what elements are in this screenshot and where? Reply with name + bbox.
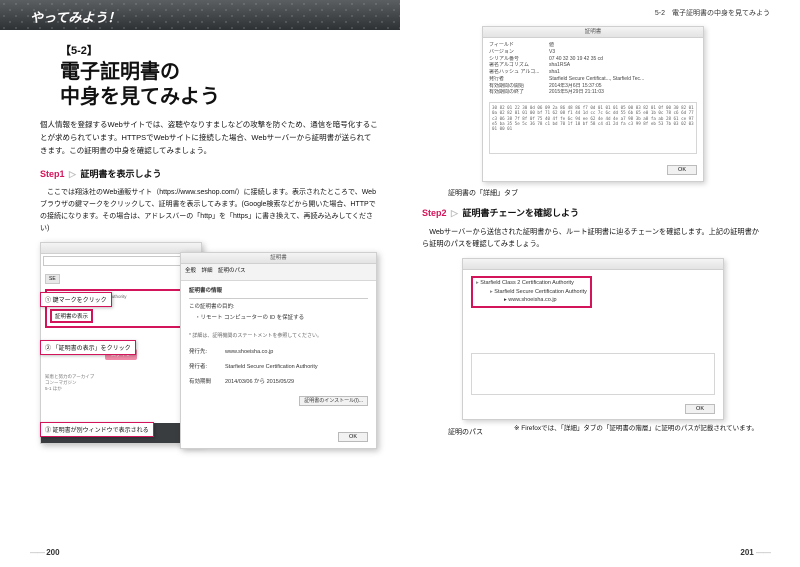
cert-path-window: Starfield Class 2 Certification Authorit… — [462, 258, 724, 420]
install-cert-button[interactable]: 証明書のインストール(I)... — [299, 396, 368, 406]
page-number-left: —— 200 — [30, 548, 60, 557]
cert-win-title: 証明書 — [181, 253, 376, 264]
step1-label: Step1 — [40, 169, 65, 179]
cert-purpose-item: ・リモート コンピューターの ID を保証する — [195, 314, 368, 323]
path-root[interactable]: Starfield Class 2 Certification Authorit… — [476, 279, 587, 288]
cert-statement-note: * 詳細は、証明機関のステートメントを参照してください。 — [189, 332, 368, 340]
try-it-banner: やってみよう！ — [0, 0, 400, 30]
lead-paragraph: 個人情報を登録するWebサイトでは、盗聴やなりすましなどの攻撃を防ぐため、通信を… — [40, 118, 378, 157]
step2-body: Webサーバーから送信された証明書から、ルート証明書に辿るチェーンを確認します。… — [422, 226, 764, 250]
issued-to-value: www.shoeisha.co.jp — [225, 349, 273, 355]
cert-tabs[interactable]: 全般 詳細 証明のパス — [181, 264, 376, 281]
step1-body: ここでは翔泳社のWeb通販サイト（https://www.seshop.com/… — [40, 187, 378, 235]
cert-status-box — [471, 353, 715, 395]
browser-titlebar — [41, 243, 201, 254]
details-ok-button[interactable]: OK — [667, 165, 697, 175]
breadcrumb: 5-2 電子証明書の中身を見てみよう — [400, 0, 800, 18]
step1-title: 証明書を表示しよう — [80, 169, 161, 179]
issuer-value: Starfield Secure Certification Authority — [225, 364, 318, 370]
callout-3: ③ 証明書が別ウィンドウで表示される — [40, 422, 154, 437]
cert-ok-button[interactable]: OK — [338, 432, 368, 442]
callout-2: ② 「証明書の表示」をクリック — [40, 340, 136, 355]
path-ok-button[interactable]: OK — [685, 404, 715, 414]
title-line-1: 電子証明書の — [60, 61, 180, 83]
step1-heading: Step1 ▷ 証明書を表示しよう — [40, 167, 378, 180]
banner-text: やってみよう！ — [0, 0, 400, 26]
details-table: フィールド値 バージョンV3 シリアル番号07 40 32 30 19 42 3… — [483, 38, 703, 100]
triangle-icon: ▷ — [451, 208, 458, 218]
site-logo: SE — [45, 274, 60, 284]
issued-to-label: 発行先: — [189, 348, 225, 357]
certificate-window: 証明書 全般 詳細 証明のパス 証明書の情報 この証明書の目的: ・リモート コ… — [180, 252, 377, 449]
path-intermediate[interactable]: Starfield Secure Certification Authority — [490, 288, 587, 297]
firefox-footnote: ※ Firefoxでは、「詳細」タブの「証明書の階層」に証明のパスが記載されてい… — [483, 424, 764, 433]
valid-value: 2014/03/06 から 2015/05/29 — [225, 379, 294, 385]
step2-heading: Step2 ▷ 証明書チェーンを確認しよう — [422, 206, 764, 219]
path-leaf[interactable]: www.shoeisha.co.jp — [508, 297, 556, 303]
valid-label: 有効期間 — [189, 378, 225, 387]
cert-info-heading: 証明書の情報 — [189, 287, 368, 299]
details-caption: 証明書の「詳細」タブ — [448, 188, 764, 198]
step2-label: Step2 — [422, 208, 447, 218]
cert-details-window: 証明書 フィールド値 バージョンV3 シリアル番号07 40 32 30 19 … — [482, 26, 704, 182]
show-certificate-link[interactable]: 証明書の表示 — [50, 309, 93, 323]
step2-title: 証明書チェーンを確認しよう — [462, 208, 579, 218]
triangle-icon: ▷ — [69, 169, 76, 179]
hex-dump: 30 82 01 22 30 0d 06 09 2a 86 48 86 f7 0… — [489, 102, 697, 154]
title-line-2: 中身を見てみよう — [60, 86, 220, 108]
page-number-right: 201 —— — [740, 548, 770, 557]
issuer-label: 発行者: — [189, 363, 225, 372]
callout-1: ① 鍵マークをクリック — [40, 292, 112, 307]
section-number: 【5-2】 — [60, 42, 378, 58]
screenshot-area: SE Starfield Class 2 Certification Autho… — [40, 242, 378, 472]
page-title: 電子証明書の 中身を見てみよう — [60, 60, 378, 110]
path-caption: 証明のパス — [448, 427, 483, 437]
details-win-title: 証明書 — [483, 27, 703, 38]
address-bar[interactable] — [43, 256, 199, 266]
cert-purpose-lead: この証明書の目的: — [189, 303, 368, 312]
